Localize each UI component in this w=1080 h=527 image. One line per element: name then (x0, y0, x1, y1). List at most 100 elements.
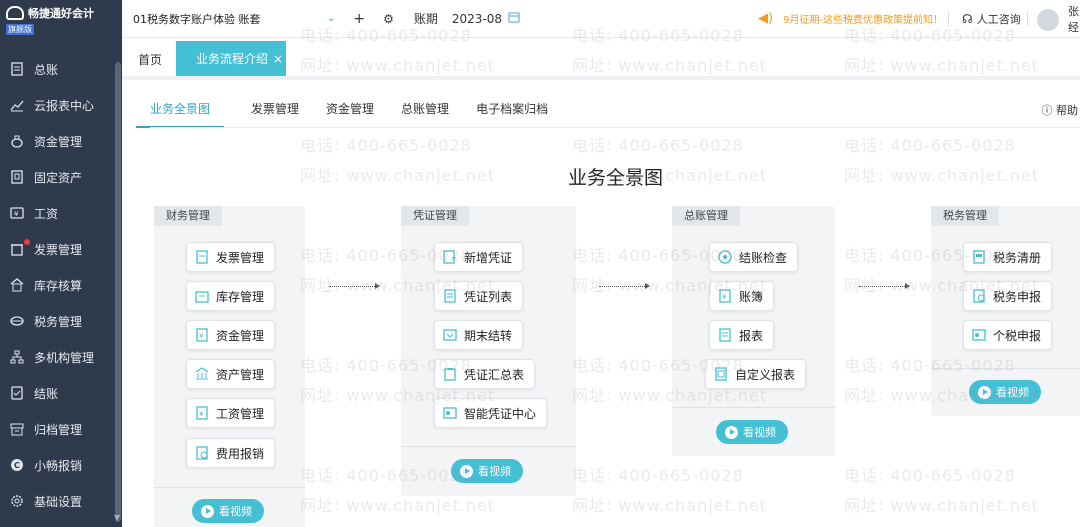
subtab-invoice[interactable]: 发票管理 (251, 100, 299, 128)
button-label: 新增凭证 (464, 250, 513, 265)
sidebar-item-label: 云报表中心 (34, 98, 95, 113)
consult-button[interactable]: ☊ 人工咨询 (962, 11, 1021, 27)
subtab-funds[interactable]: 资金管理 (326, 100, 374, 128)
subtab-archive[interactable]: 电子档案归档 (476, 100, 548, 128)
invoice-icon (10, 242, 24, 256)
card-divider (401, 446, 576, 447)
button-books[interactable]: ¥ 账簿 (709, 281, 775, 311)
button-tax-filing[interactable]: 税务申报 (963, 281, 1053, 311)
button-funds-management[interactable]: ¥ 资金管理 (186, 320, 276, 350)
watch-video-button[interactable]: 看视频 (451, 459, 523, 483)
close-books-icon (10, 386, 24, 400)
sidebar-item-label: 总账 (34, 62, 59, 77)
sidebar: 畅捷通好会计 旗舰版 总账 云报表中心 资金管理 固定资产 ¥ 工资 发票管理 库… (0, 0, 122, 527)
username[interactable]: 张经 (1068, 3, 1080, 35)
logo-mark-icon (6, 6, 24, 20)
period-value[interactable]: 2023-08 (452, 12, 502, 26)
button-closing-check[interactable]: 结账检查 (709, 242, 799, 272)
card-divider (931, 368, 1080, 369)
tax-list-icon (972, 250, 986, 264)
tab-label: 业务流程介绍 (196, 52, 269, 66)
button-inventory-management[interactable]: 库存管理 (186, 281, 276, 311)
watch-video-button[interactable]: 看视频 (192, 499, 264, 523)
sidebar-item-inventory[interactable]: 库存核算 (0, 267, 122, 303)
sidebar-item-settings[interactable]: 基础设置 (0, 483, 122, 519)
video-label: 看视频 (743, 426, 776, 439)
svg-text:¥: ¥ (722, 293, 727, 301)
help-link[interactable]: ⓘ 帮助 (1042, 102, 1079, 118)
subtab-overview[interactable]: 业务全景图 (136, 100, 225, 128)
button-voucher-summary[interactable]: 凭证汇总表 (434, 359, 536, 389)
add-button[interactable]: + (353, 11, 365, 27)
svg-text:¥: ¥ (199, 332, 204, 340)
sidebar-item-label: 多机构管理 (34, 350, 95, 365)
sidebar-item-closing[interactable]: 结账 (0, 375, 122, 411)
edition-badge: 旗舰版 (6, 24, 34, 35)
settings-icon (10, 494, 24, 508)
chevron-down-icon[interactable]: ⌄ (327, 13, 335, 24)
asset-icon (10, 170, 24, 184)
sidebar-item-ledger[interactable]: 总账 (0, 51, 122, 87)
watch-video-button[interactable]: 看视频 (969, 380, 1041, 404)
button-reports[interactable]: 报表 (709, 320, 775, 350)
button-expense-reimbursement[interactable]: 费用报销 (186, 438, 276, 468)
sidebar-item-tax[interactable]: 税务管理 (0, 303, 122, 339)
account-selector[interactable]: 01税务数字账户体验 账套 (133, 11, 323, 27)
add-document-icon (443, 250, 457, 264)
custom-report-icon (714, 367, 728, 381)
button-smart-voucher-center[interactable]: 智能凭证中心 (434, 398, 548, 428)
card-title: 财务管理 (154, 206, 222, 226)
tax-filing-icon (972, 289, 986, 303)
sidebar-item-fixed-assets[interactable]: 固定资产 (0, 159, 122, 195)
button-label: 工资管理 (216, 406, 265, 421)
sidebar-item-expense[interactable]: C 小畅报销 (0, 447, 122, 483)
button-label: 凭证汇总表 (464, 367, 525, 382)
app-logo[interactable]: 畅捷通好会计 旗舰版 (0, 0, 122, 38)
button-new-voucher[interactable]: 新增凭证 (434, 242, 524, 272)
sidebar-item-label: 结账 (34, 386, 59, 401)
sidebar-item-salary[interactable]: ¥ 工资 (0, 195, 122, 231)
notice-text: 9月征期-这些税费优惠政策提前知！ (783, 15, 944, 26)
sidebar-item-multi-org[interactable]: 多机构管理 (0, 339, 122, 375)
salary-icon: ¥ (10, 206, 24, 220)
button-label: 个税申报 (993, 328, 1042, 343)
button-personal-tax-filing[interactable]: 个税申报 (963, 320, 1053, 350)
card-ledger: 总账管理 结账检查 ¥ 账簿 报表 自定义报表 看视频 (672, 206, 835, 456)
notice-banner[interactable]: ◀) 9月征期-这些税费优惠政策提前知！ (758, 11, 943, 26)
money-icon: ¥ (195, 328, 209, 342)
button-period-end-transfer[interactable]: 期末结转 (434, 320, 524, 350)
gear-icon[interactable]: ⚙ (383, 12, 394, 26)
sidebar-item-label: 工资 (34, 206, 59, 221)
help-icon: ⓘ (1041, 104, 1053, 117)
clipboard-icon (443, 367, 457, 381)
sidebar-item-invoice[interactable]: 发票管理 (0, 231, 122, 267)
scroll-down-arrow-icon[interactable]: ▼ (114, 513, 120, 522)
button-custom-report[interactable]: 自定义报表 (705, 359, 807, 389)
tab-business-flow[interactable]: 业务流程介绍 × (176, 41, 286, 76)
close-icon[interactable]: × (273, 52, 283, 66)
sidebar-item-funds[interactable]: 资金管理 (0, 123, 122, 159)
button-invoice-management[interactable]: 发票管理 (186, 242, 276, 272)
sidebar-item-cloud-report[interactable]: 云报表中心 (0, 87, 122, 123)
subtab-ledger[interactable]: 总账管理 (401, 100, 449, 128)
card-finance: 财务管理 发票管理 库存管理 ¥ 资金管理 资产管理 ¥ 工资管理 费用报销 看视频 (154, 206, 305, 527)
avatar[interactable] (1037, 9, 1059, 31)
org-icon (10, 350, 24, 364)
sidebar-item-label: 发票管理 (34, 242, 83, 257)
watch-video-button[interactable]: 看视频 (716, 420, 788, 444)
page-title: 业务全景图 (568, 167, 664, 189)
button-asset-management[interactable]: 资产管理 (186, 359, 276, 389)
tab-home[interactable]: 首页 (138, 51, 162, 68)
button-tax-register[interactable]: 税务清册 (963, 242, 1053, 272)
sidebar-item-archive[interactable]: 归档管理 (0, 411, 122, 447)
sidebar-item-label: 固定资产 (34, 170, 83, 185)
calendar-icon[interactable] (508, 11, 520, 26)
button-voucher-list[interactable]: 凭证列表 (434, 281, 524, 311)
button-salary-management[interactable]: ¥ 工资管理 (186, 398, 276, 428)
button-label: 报表 (739, 328, 764, 343)
button-label: 期末结转 (464, 328, 513, 343)
sub-tabs: 业务全景图 发票管理 资金管理 总账管理 电子档案归档 (136, 100, 575, 128)
button-label: 费用报销 (216, 446, 265, 461)
report-icon (718, 328, 732, 342)
sidebar-scrollbar[interactable] (115, 62, 121, 522)
